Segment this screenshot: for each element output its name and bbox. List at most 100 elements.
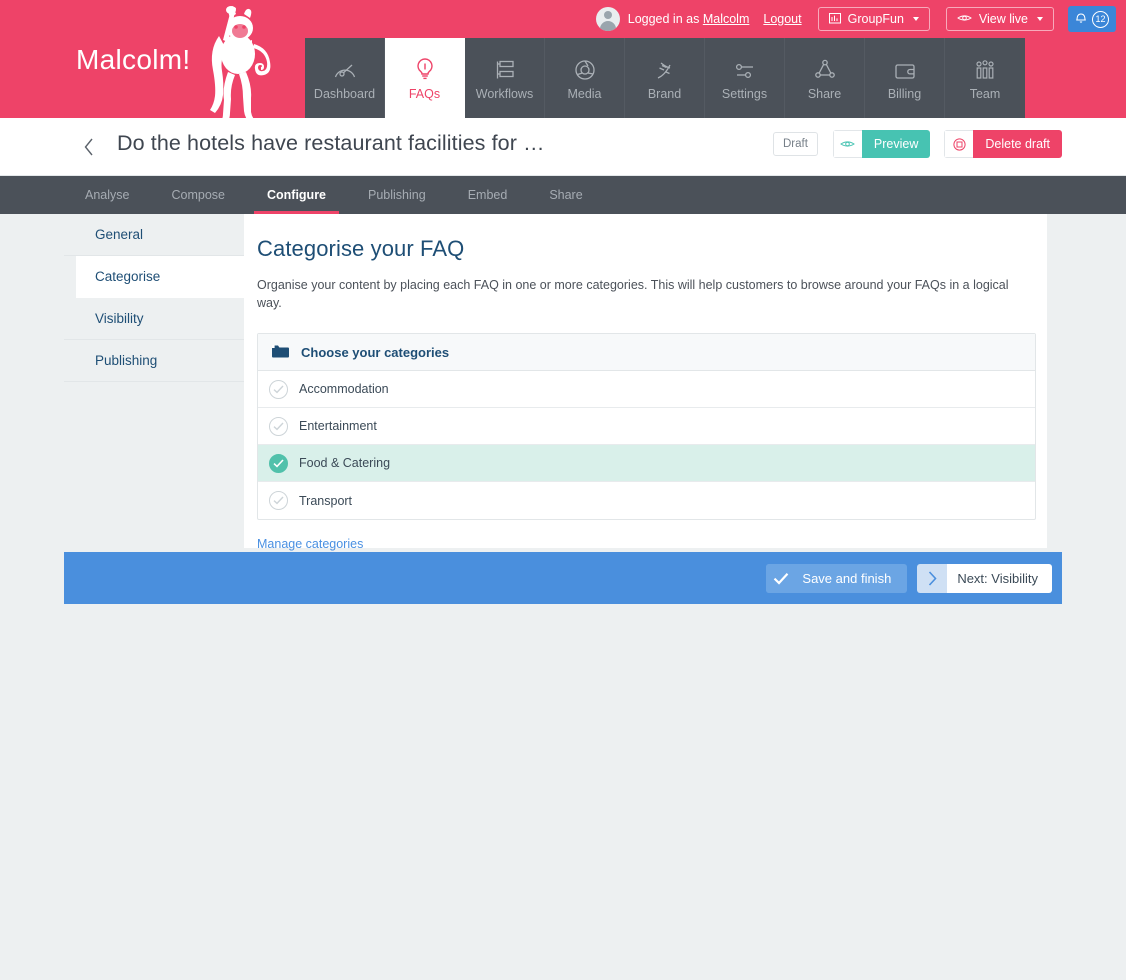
monkey-logo-icon bbox=[172, 0, 292, 118]
action-bar: Save and finish Next: Visibility bbox=[64, 552, 1062, 604]
category-label: Transport bbox=[299, 493, 353, 508]
tab-label: Share bbox=[549, 188, 583, 202]
nav-item-faqs[interactable]: FAQs bbox=[385, 38, 465, 118]
sidebar-item-categorise[interactable]: Categorise bbox=[76, 256, 244, 298]
sidebar-item-label: General bbox=[95, 227, 144, 242]
category-label: Food & Catering bbox=[299, 456, 391, 470]
notifications-button[interactable]: 12 bbox=[1068, 6, 1116, 32]
logged-in-prefix: Logged in as bbox=[627, 12, 700, 26]
tab-label: Publishing bbox=[368, 188, 426, 202]
nav-item-media[interactable]: Media bbox=[545, 38, 625, 118]
tab-configure[interactable]: Configure bbox=[246, 176, 347, 214]
chevron-right-icon bbox=[917, 563, 948, 593]
section-heading: Categorise your FAQ bbox=[257, 236, 465, 261]
category-row-accommodation[interactable]: Accommodation bbox=[258, 371, 1035, 408]
nav-item-brand[interactable]: Brand bbox=[625, 38, 705, 118]
username-link[interactable]: Malcolm bbox=[703, 12, 750, 26]
sliders-icon bbox=[734, 55, 756, 81]
tab-analyse[interactable]: Analyse bbox=[64, 176, 150, 214]
nav-label: Billing bbox=[887, 87, 922, 101]
sidebar-item-visibility[interactable]: Visibility bbox=[64, 298, 244, 340]
preview-button[interactable]: Preview bbox=[832, 130, 931, 158]
sidebar-item-label: Visibility bbox=[95, 311, 144, 326]
eye-icon bbox=[956, 12, 972, 26]
nav-item-share[interactable]: Share bbox=[785, 38, 865, 118]
dna-icon bbox=[654, 55, 676, 81]
nav-item-settings[interactable]: Settings bbox=[705, 38, 785, 118]
main-content: Categorise your FAQ Organise your conten… bbox=[244, 214, 1047, 551]
tab-publishing[interactable]: Publishing bbox=[347, 176, 447, 214]
chart-bars-icon bbox=[828, 12, 841, 27]
save-and-finish-button[interactable]: Save and finish bbox=[766, 563, 908, 593]
checkbox-icon[interactable] bbox=[269, 416, 288, 436]
category-label: Accommodation bbox=[299, 382, 389, 396]
tab-compose[interactable]: Compose bbox=[150, 176, 246, 214]
team-icon bbox=[974, 55, 996, 81]
category-row-food-catering[interactable]: Food & Catering bbox=[258, 445, 1035, 482]
nav-label: Share bbox=[807, 87, 842, 101]
save-and-finish-label: Save and finish bbox=[802, 570, 892, 586]
lightbulb-icon bbox=[414, 55, 436, 81]
settings-sidebar: General Categorise Visibility Publishing bbox=[64, 214, 244, 548]
wallet-icon bbox=[894, 55, 916, 81]
chevron-left-icon[interactable] bbox=[80, 136, 98, 158]
brand-logo[interactable]: Malcolm! bbox=[0, 0, 305, 118]
category-row-entertainment[interactable]: Entertainment bbox=[258, 408, 1035, 445]
category-label: Entertainment bbox=[299, 419, 377, 433]
category-row-transport[interactable]: Transport bbox=[258, 482, 1035, 519]
nav-label: Workflows bbox=[475, 87, 534, 101]
categories-panel-header: Choose your categories bbox=[258, 334, 1035, 371]
sidebar-item-publishing[interactable]: Publishing bbox=[64, 340, 244, 382]
sub-navigation: Analyse Compose Configure Publishing Emb… bbox=[0, 176, 1126, 214]
eye-icon bbox=[832, 130, 862, 158]
categories-panel-title: Choose your categories bbox=[301, 344, 450, 360]
status-badge: Draft bbox=[772, 132, 818, 156]
checkbox-icon-checked[interactable] bbox=[269, 453, 288, 473]
tab-label: Configure bbox=[266, 188, 327, 202]
nav-item-workflows[interactable]: Workflows bbox=[465, 38, 545, 118]
chevron-down-icon bbox=[912, 17, 919, 21]
tab-label: Analyse bbox=[85, 188, 130, 202]
main-navigation: Dashboard FAQs Workflows Media Brand Set… bbox=[305, 38, 1025, 118]
delete-draft-button-label: Delete draft bbox=[973, 130, 1062, 158]
nav-label: Media bbox=[567, 87, 602, 101]
sidebar-item-general[interactable]: General bbox=[64, 214, 244, 256]
tab-embed[interactable]: Embed bbox=[447, 176, 529, 214]
speedometer-icon bbox=[333, 55, 357, 81]
next-visibility-button[interactable]: Next: Visibility bbox=[917, 563, 1052, 593]
title-actions: Draft Preview Delete draft bbox=[772, 130, 1062, 158]
nav-label: Settings bbox=[721, 87, 768, 101]
sidebar-item-label: Categorise bbox=[95, 269, 161, 284]
account-label: GroupFun bbox=[847, 12, 904, 26]
folder-icon bbox=[272, 344, 289, 361]
chevron-down-icon bbox=[1037, 17, 1043, 21]
tab-share[interactable]: Share bbox=[528, 176, 603, 214]
sidebar-item-label: Publishing bbox=[95, 353, 158, 368]
next-visibility-label: Next: Visibility bbox=[947, 563, 1052, 593]
view-live-selector[interactable]: View live bbox=[945, 7, 1054, 31]
delete-circle-icon bbox=[944, 130, 974, 158]
checkbox-icon[interactable] bbox=[269, 491, 288, 510]
user-avatar-icon bbox=[595, 7, 620, 31]
manage-categories-link[interactable]: Manage categories bbox=[257, 537, 363, 551]
checkbox-icon[interactable] bbox=[269, 379, 288, 399]
tab-label: Compose bbox=[171, 188, 225, 202]
page-title: Do the hotels have restaurant facilities… bbox=[117, 131, 545, 155]
work-area: General Categorise Visibility Publishing… bbox=[0, 214, 1126, 551]
nav-item-team[interactable]: Team bbox=[945, 38, 1025, 118]
view-live-label: View live bbox=[978, 12, 1028, 26]
nav-label: Dashboard bbox=[313, 87, 376, 101]
user-strip: Logged in as Malcolm Logout GroupFun Vie… bbox=[595, 6, 1116, 32]
logout-link[interactable]: Logout bbox=[763, 12, 801, 26]
share-nodes-icon bbox=[814, 55, 836, 81]
delete-draft-button[interactable]: Delete draft bbox=[944, 130, 1062, 158]
nav-item-dashboard[interactable]: Dashboard bbox=[305, 38, 385, 118]
logged-in-text: Logged in as Malcolm bbox=[628, 12, 750, 26]
section-description: Organise your content by placing each FA… bbox=[257, 278, 1009, 310]
nav-label: FAQs bbox=[408, 87, 441, 101]
nav-item-billing[interactable]: Billing bbox=[865, 38, 945, 118]
account-selector[interactable]: GroupFun bbox=[817, 7, 930, 31]
workflow-icon bbox=[494, 55, 516, 81]
categories-panel: Choose your categories Accommodation Ent… bbox=[257, 333, 1036, 520]
aperture-icon bbox=[574, 55, 596, 81]
